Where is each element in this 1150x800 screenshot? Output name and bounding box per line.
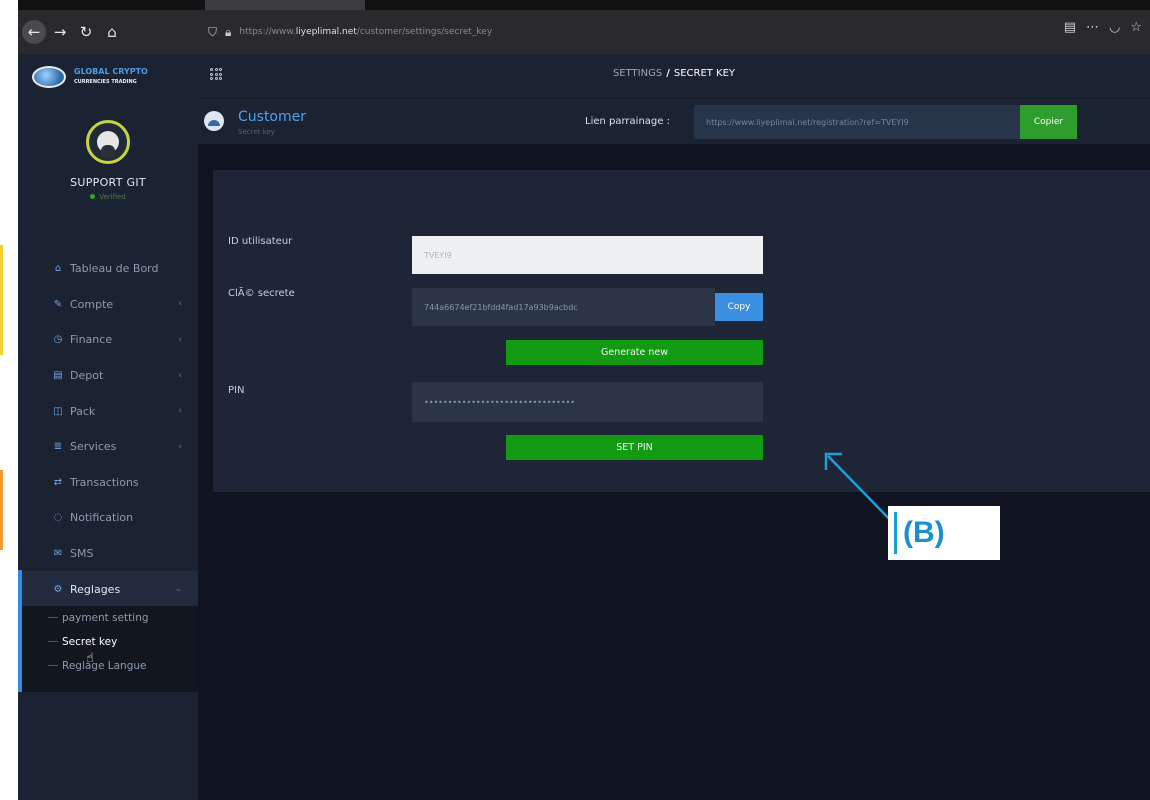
reload-icon[interactable]: ↻ bbox=[74, 20, 98, 44]
submenu-item-payment-setting[interactable]: payment setting bbox=[22, 606, 198, 630]
breadcrumb-settings[interactable]: SETTINGS bbox=[613, 68, 662, 79]
browser-tab[interactable] bbox=[205, 0, 365, 10]
avatar[interactable] bbox=[86, 120, 130, 164]
shield-icon: ⛉ bbox=[208, 24, 218, 39]
page-header: Customer Secret key Lien parrainage : ht… bbox=[198, 98, 1150, 144]
pocket-icon[interactable]: ◡ bbox=[1109, 20, 1120, 35]
chevron-left-icon: ‹ bbox=[178, 441, 182, 452]
sidebar-item-label: Transactions bbox=[70, 475, 139, 489]
breadcrumb: SETTINGS / SECRET KEY bbox=[612, 68, 736, 79]
chat-icon: ◌ bbox=[53, 512, 63, 524]
sidebar-item-services[interactable]: ≣ Services ‹ bbox=[18, 429, 198, 465]
submenu-item-reglage-langue[interactable]: Reglage Langue bbox=[22, 654, 198, 678]
brand-name: GLOBAL CRYPTO bbox=[74, 67, 148, 76]
margin-marker bbox=[0, 470, 3, 550]
sidebar-item-transactions[interactable]: ⇄ Transactions bbox=[18, 465, 198, 501]
sidebar-item-notification[interactable]: ◌ Notification bbox=[18, 500, 198, 536]
globe-logo-icon bbox=[32, 66, 66, 88]
pin-field[interactable]: •••••••••••••••••••••••••••••••• bbox=[412, 382, 763, 422]
online-dot-icon bbox=[90, 194, 96, 199]
browser-toolbar: ← → ↻ ⌂ ⛉ 🔒︎ https://www.liyeplimal.net/… bbox=[18, 10, 1150, 54]
exchange-icon: ⇄ bbox=[53, 476, 63, 488]
sidebar-item-label: Services bbox=[70, 440, 117, 454]
secret-key-card: ID utilisateur TVEYI9 ClÃ© secrete 744a6… bbox=[213, 170, 1150, 492]
sidebar-item-label: Finance bbox=[70, 333, 113, 347]
back-icon[interactable]: ← bbox=[22, 20, 46, 44]
app-window: GLOBAL CRYPTO CURRENCIES TRADING SUPPORT… bbox=[18, 54, 1150, 800]
sidebar-item-finance[interactable]: ◷ Finance ‹ bbox=[18, 322, 198, 358]
card-icon: ▤ bbox=[53, 370, 63, 382]
secret-key-field[interactable]: 744a6674ef21bfdd4fad17a93b9acbdc bbox=[412, 288, 715, 326]
chevron-left-icon: ‹ bbox=[178, 406, 182, 417]
margin-marker bbox=[0, 245, 3, 355]
copy-referral-button[interactable]: Copier bbox=[1020, 105, 1077, 139]
list-icon: ≣ bbox=[53, 441, 63, 453]
annotation-label: (B) bbox=[888, 506, 1000, 560]
sidebar-item-label: Tableau de Bord bbox=[70, 262, 159, 276]
sidebar-item-sms[interactable]: ✉ SMS bbox=[18, 536, 198, 572]
sidebar-item-tableau-de-bord[interactable]: ⌂ Tableau de Bord bbox=[18, 251, 198, 287]
sidebar-item-label: SMS bbox=[70, 547, 94, 561]
dashboard-gauge-icon bbox=[204, 111, 224, 131]
lock-icon: 🔒︎ bbox=[225, 24, 232, 39]
sidebar-item-reglages[interactable]: ⚙ Reglages ⌄ bbox=[18, 571, 198, 607]
sidebar-menu: ⌂ Tableau de Bord ✎ Compte ‹ ◷ Finance ‹ ▤ Depot ‹… bbox=[18, 251, 198, 607]
user-id-label: ID utilisateur bbox=[228, 236, 293, 247]
secret-key-label: ClÃ© secrete bbox=[228, 288, 295, 299]
url-text: https://www.liyeplimal.net/customer/sett… bbox=[239, 27, 493, 37]
top-header: SETTINGS / SECRET KEY bbox=[198, 54, 1150, 98]
profile-name: SUPPORT GIT bbox=[70, 176, 146, 189]
breadcrumb-current: SECRET KEY bbox=[673, 68, 736, 79]
chevron-left-icon: ‹ bbox=[178, 370, 182, 381]
address-bar[interactable]: ⛉ 🔒︎ https://www.liyeplimal.net/customer… bbox=[208, 20, 1113, 44]
gear-icon: ⚙ bbox=[53, 583, 63, 595]
chevron-left-icon: ‹ bbox=[178, 299, 182, 310]
more-icon[interactable]: ⋯ bbox=[1086, 20, 1099, 35]
page-subtitle: Secret key bbox=[238, 128, 275, 136]
screen-left-margin bbox=[0, 0, 18, 800]
settings-submenu: payment setting Secret key Reglage Langue bbox=[22, 606, 198, 692]
status-badge: Verified bbox=[18, 193, 198, 201]
submenu-item-secret-key[interactable]: Secret key bbox=[22, 630, 198, 654]
brand-tagline: CURRENCIES TRADING bbox=[74, 79, 137, 85]
home-icon[interactable]: ⌂ bbox=[100, 20, 124, 44]
user-icon: ✎ bbox=[53, 298, 63, 310]
sidebar-item-pack[interactable]: ◫ Pack ‹ bbox=[18, 393, 198, 429]
copy-secret-button[interactable]: Copy bbox=[715, 293, 763, 321]
mouse-pointer-icon: ☝ bbox=[86, 651, 94, 666]
referral-link-field[interactable]: https://www.liyeplimal.net/registration?… bbox=[694, 105, 1020, 139]
generate-new-button[interactable]: Generate new bbox=[506, 340, 763, 365]
home-icon: ⌂ bbox=[54, 263, 62, 275]
sidebar-item-depot[interactable]: ▤ Depot ‹ bbox=[18, 358, 198, 394]
mail-icon: ✉ bbox=[53, 548, 63, 560]
forward-icon[interactable]: → bbox=[48, 20, 72, 44]
screen-top-strip bbox=[0, 0, 1150, 10]
brand-logo[interactable]: GLOBAL CRYPTO CURRENCIES TRADING bbox=[18, 54, 198, 100]
chevron-down-icon: ⌄ bbox=[174, 584, 182, 595]
sidebar-item-label: Notification bbox=[70, 511, 134, 525]
referral-label: Lien parrainage : bbox=[585, 116, 670, 127]
chevron-left-icon: ‹ bbox=[178, 334, 182, 345]
bookmark-star-icon[interactable]: ☆ bbox=[1130, 20, 1142, 35]
reader-view-icon[interactable]: ▤ bbox=[1064, 20, 1076, 35]
sidebar-item-label: Reglages bbox=[70, 582, 121, 596]
package-icon: ◫ bbox=[53, 405, 63, 417]
pin-label: PIN bbox=[228, 385, 245, 396]
page-title: Customer bbox=[238, 109, 307, 125]
set-pin-button[interactable]: SET PIN bbox=[506, 435, 763, 460]
clock-icon: ◷ bbox=[53, 334, 63, 346]
sidebar-item-compte[interactable]: ✎ Compte ‹ bbox=[18, 287, 198, 323]
sidebar: GLOBAL CRYPTO CURRENCIES TRADING SUPPORT… bbox=[18, 54, 198, 800]
user-id-field[interactable]: TVEYI9 bbox=[412, 236, 763, 274]
sidebar-item-label: Depot bbox=[70, 369, 104, 383]
user-profile: SUPPORT GIT Verified bbox=[18, 100, 198, 201]
sidebar-item-label: Compte bbox=[70, 297, 114, 311]
sidebar-item-label: Pack bbox=[70, 404, 96, 418]
